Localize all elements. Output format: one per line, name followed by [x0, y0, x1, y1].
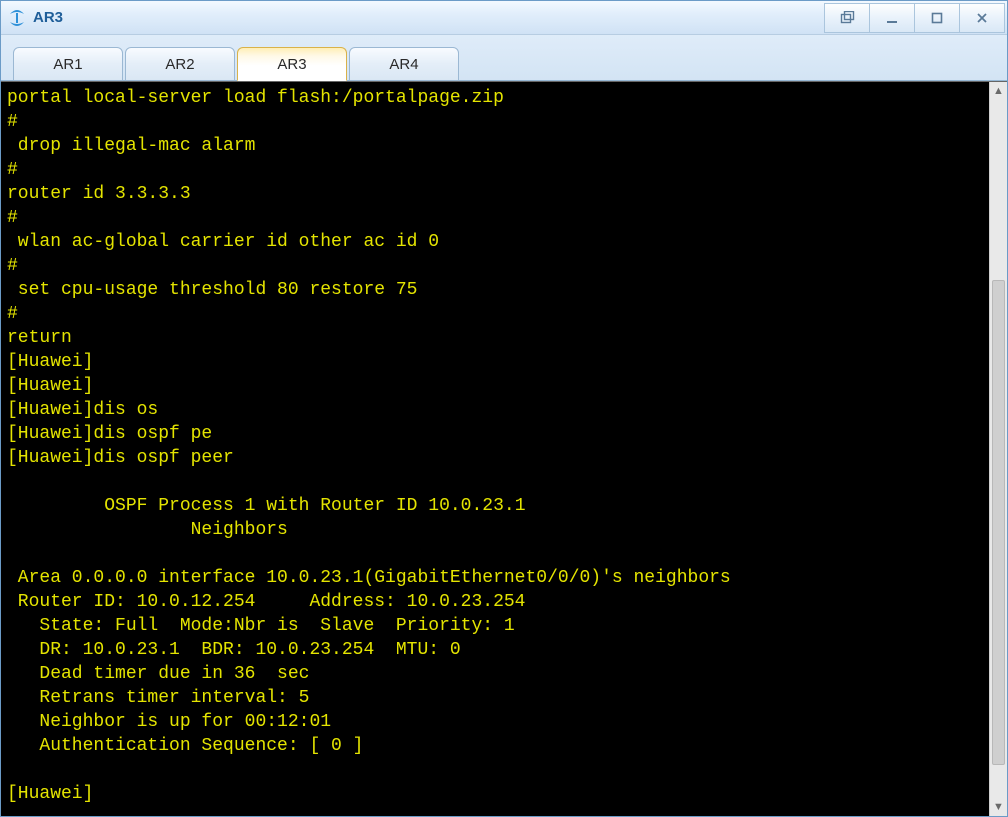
tab-label: AR4	[389, 56, 418, 73]
tab-ar4[interactable]: AR4	[349, 47, 459, 81]
window-controls	[825, 3, 1005, 32]
tab-ar2[interactable]: AR2	[125, 47, 235, 81]
scroll-down-icon[interactable]: ▼	[990, 798, 1007, 816]
minimize-button[interactable]	[869, 3, 915, 33]
window-title: AR3	[33, 9, 63, 26]
scroll-thumb[interactable]	[992, 280, 1005, 764]
popout-button[interactable]	[824, 3, 870, 33]
maximize-button[interactable]	[914, 3, 960, 33]
tab-ar1[interactable]: AR1	[13, 47, 123, 81]
tab-label: AR2	[165, 56, 194, 73]
app-window: AR3 AR1	[0, 0, 1008, 817]
tab-ar3[interactable]: AR3	[237, 47, 347, 81]
tab-label: AR1	[53, 56, 82, 73]
tab-label: AR3	[277, 56, 306, 73]
terminal-scrollbar[interactable]: ▲ ▼	[989, 82, 1007, 816]
app-logo-icon	[7, 8, 27, 28]
close-button[interactable]	[959, 3, 1005, 33]
titlebar[interactable]: AR3	[1, 1, 1007, 35]
terminal-output[interactable]: portal local-server load flash:/portalpa…	[1, 82, 1007, 816]
tabbar: AR1 AR2 AR3 AR4	[1, 35, 1007, 81]
scroll-up-icon[interactable]: ▲	[990, 82, 1007, 100]
terminal-area: portal local-server load flash:/portalpa…	[1, 81, 1007, 816]
